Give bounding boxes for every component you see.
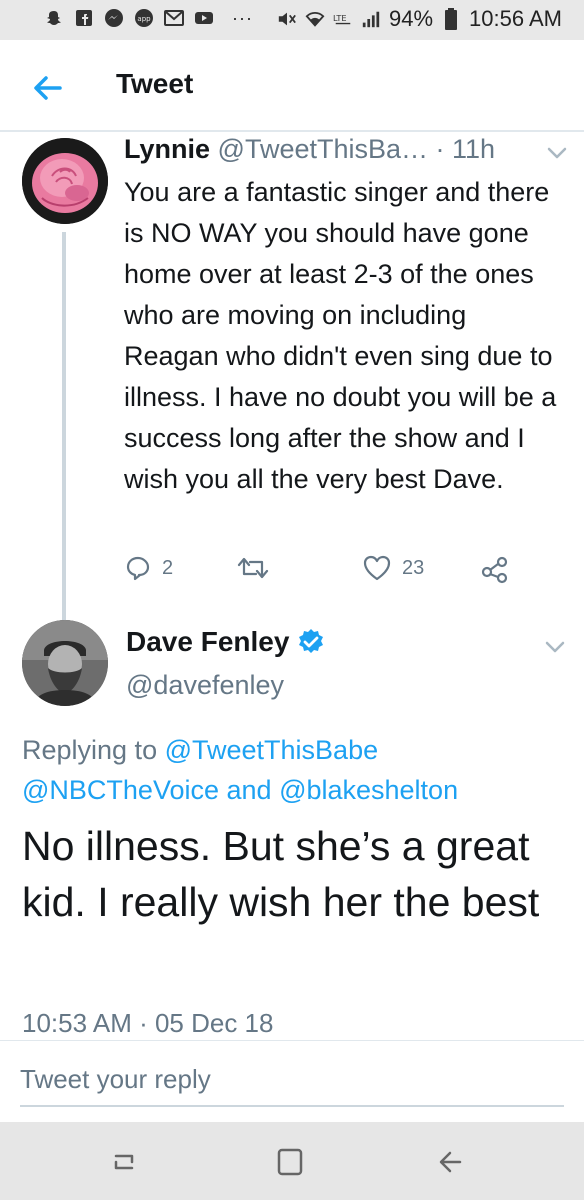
home-button[interactable] [270, 1144, 310, 1180]
page-title: Tweet [116, 68, 194, 99]
like-button[interactable]: 23 [362, 554, 424, 582]
back-nav-button[interactable] [432, 1144, 472, 1180]
chevron-down-icon [547, 147, 567, 159]
share-button[interactable] [480, 554, 510, 584]
retweet-icon [237, 557, 269, 579]
arrow-left-icon [34, 76, 62, 100]
thread-line [62, 232, 66, 620]
chevron-down-icon [545, 641, 565, 653]
tweet-actions: 2 23 [124, 554, 524, 588]
avatar[interactable] [22, 620, 108, 706]
app-bar: Tweet [0, 40, 584, 132]
retweet-button[interactable] [236, 554, 270, 582]
tweet-timestamp: 10:53 AM · 05 Dec 18 [22, 1008, 274, 1038]
like-count: 23 [402, 556, 425, 579]
reply-input[interactable] [20, 1053, 564, 1107]
and-text: and [219, 775, 280, 805]
status-bar: app ··· LTE 94% 10:56 AM [0, 0, 584, 40]
svg-text:app: app [137, 15, 151, 23]
reply-icon [126, 556, 150, 581]
youtube-icon [194, 8, 214, 28]
back-arrow-icon [439, 1151, 462, 1173]
back-button[interactable] [30, 70, 66, 106]
gmail-icon [164, 8, 184, 28]
rose-avatar-image [22, 138, 108, 224]
avatar[interactable] [22, 138, 108, 224]
svg-text:LTE: LTE [333, 13, 347, 23]
dave-avatar-image [22, 620, 108, 706]
notification-icons: app [44, 8, 214, 28]
battery-percent: 94% [389, 6, 434, 31]
reply-count: 2 [162, 556, 174, 579]
wifi-icon [305, 9, 325, 29]
tweet-menu-button[interactable] [544, 640, 566, 654]
system-indicators: LTE 94% 10:56 AM [277, 6, 562, 32]
reply-composer [0, 1040, 584, 1118]
tweet-text: You are a fantastic singer and there is … [124, 177, 557, 494]
user-handle[interactable]: @davefenley [126, 670, 284, 701]
tweet-header: Lynnie @TweetThisBa… · 11h [124, 134, 495, 165]
app-icon: app [134, 8, 154, 28]
verified-badge-icon [299, 629, 324, 653]
mention-link[interactable]: @blakeshelton [279, 775, 458, 805]
lte-icon: LTE [333, 9, 353, 29]
share-icon [481, 556, 508, 584]
snapchat-icon [44, 8, 64, 28]
facebook-icon [74, 8, 94, 28]
replying-prefix: Replying to [22, 735, 165, 765]
reply-button[interactable]: 2 [124, 554, 173, 582]
more-notifications: ··· [232, 8, 253, 28]
recent-apps-icon [114, 1154, 134, 1170]
clock: 10:56 AM [469, 6, 562, 31]
display-name[interactable]: Lynnie [124, 134, 210, 164]
tweet-time: · 11h [435, 134, 496, 164]
replying-to: Replying to @TweetThisBabe @NBCTheVoice … [22, 730, 562, 810]
signal-icon [361, 9, 381, 29]
display-name[interactable]: Dave Fenley [126, 626, 325, 658]
recent-apps-button[interactable] [104, 1144, 144, 1180]
display-name-text: Dave Fenley [126, 626, 290, 657]
messenger-icon [104, 8, 124, 28]
tweet-menu-button[interactable] [546, 146, 568, 160]
mention-link[interactable]: @TweetThisBabe [165, 735, 379, 765]
battery-icon [441, 8, 461, 30]
tweet-text: No illness. But she’s a great kid. I rea… [22, 823, 540, 925]
mention-link[interactable]: @NBCTheVoice [22, 775, 219, 805]
home-icon [277, 1148, 303, 1176]
mute-icon [277, 9, 297, 29]
navigation-bar [0, 1122, 584, 1200]
user-handle[interactable]: @TweetThisBa… [218, 134, 428, 164]
heart-icon [363, 555, 391, 581]
